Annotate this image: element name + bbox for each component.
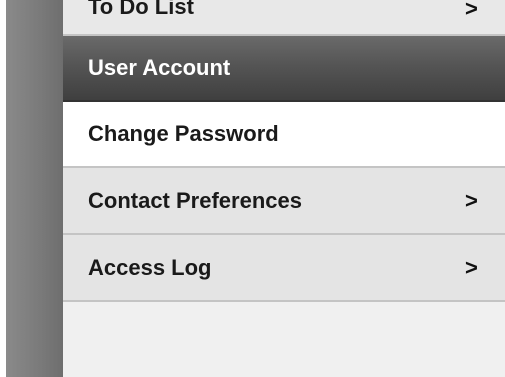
menu-item-label: Contact Preferences [88, 187, 302, 213]
menu-item-label: Access Log [88, 254, 212, 280]
menu-item-todo-list[interactable]: To Do List > [63, 0, 505, 36]
chevron-right-icon: > [465, 187, 478, 213]
account-menu-screen: To Do List > User Account Change Passwor… [0, 0, 505, 377]
left-rail [6, 0, 63, 377]
menu-item-label: To Do List [88, 0, 194, 19]
menu-header-user-account: User Account [63, 36, 505, 102]
menu-item-access-log[interactable]: Access Log > [63, 235, 505, 302]
chevron-right-icon: > [465, 254, 478, 280]
menu-header-label: User Account [88, 55, 231, 80]
menu-item-contact-preferences[interactable]: Contact Preferences > [63, 168, 505, 235]
account-menu: To Do List > User Account Change Passwor… [63, 0, 505, 377]
menu-item-change-password[interactable]: Change Password [63, 102, 505, 168]
menu-item-label: Change Password [88, 121, 279, 146]
chevron-right-icon: > [465, 0, 478, 21]
